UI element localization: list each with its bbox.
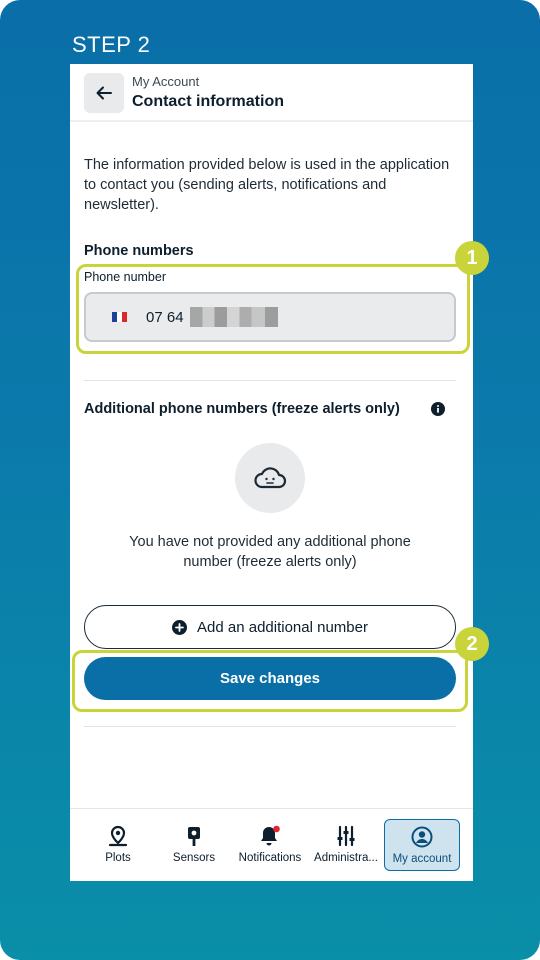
phone-numbers-heading: Phone numbers [84, 243, 194, 259]
sliders-icon [337, 825, 355, 847]
bell-icon [261, 825, 280, 846]
tab-label: Notifications [238, 852, 302, 864]
step-label: STEP 2 [72, 32, 151, 57]
callout-badge-2: 2 [455, 627, 489, 661]
back-button[interactable] [84, 73, 124, 113]
tab-label: My account [392, 853, 452, 865]
tab-label: Plots [105, 852, 131, 864]
app-header: My Account Contact information [70, 64, 473, 122]
highlight-save-button [72, 650, 468, 712]
sensor-icon [188, 827, 200, 846]
callout-badge-1: 1 [455, 241, 489, 275]
footer-divider [84, 726, 456, 727]
tab-label: Sensors [172, 852, 216, 864]
tab-notifications[interactable]: Notifications [232, 819, 308, 871]
account-icon [411, 826, 433, 848]
highlight-phone-number [76, 264, 470, 354]
tab-my-account[interactable]: My account [384, 819, 460, 871]
phone-screen: My Account Contact information The infor… [70, 64, 473, 881]
breadcrumb: My Account [132, 74, 200, 89]
additional-phones-heading: Additional phone numbers (freeze alerts … [84, 401, 400, 417]
map-pin-icon [108, 825, 128, 847]
info-icon[interactable] [431, 402, 445, 416]
tab-label: Administra... [314, 852, 378, 864]
tab-administration[interactable]: Administra... [308, 819, 384, 871]
bottom-tab-bar: Plots Sensors Notifications Administra..… [70, 808, 473, 881]
tab-sensors[interactable]: Sensors [156, 819, 232, 871]
add-additional-number-button[interactable]: Add an additional number [84, 605, 456, 649]
plus-circle-icon [172, 619, 188, 635]
page-title: Contact information [132, 93, 284, 110]
empty-state-illustration [235, 443, 305, 513]
empty-state-text: You have not provided any additional pho… [129, 534, 411, 570]
arrow-left-icon [96, 86, 112, 100]
section-divider [84, 380, 456, 381]
intro-text: The information provided below is used i… [84, 157, 450, 213]
tutorial-frame: STEP 2 My Account Contact information Th… [0, 0, 540, 960]
add-number-label: Add an additional number [197, 618, 368, 636]
tab-plots[interactable]: Plots [80, 819, 156, 871]
cloud-icon [254, 467, 287, 489]
